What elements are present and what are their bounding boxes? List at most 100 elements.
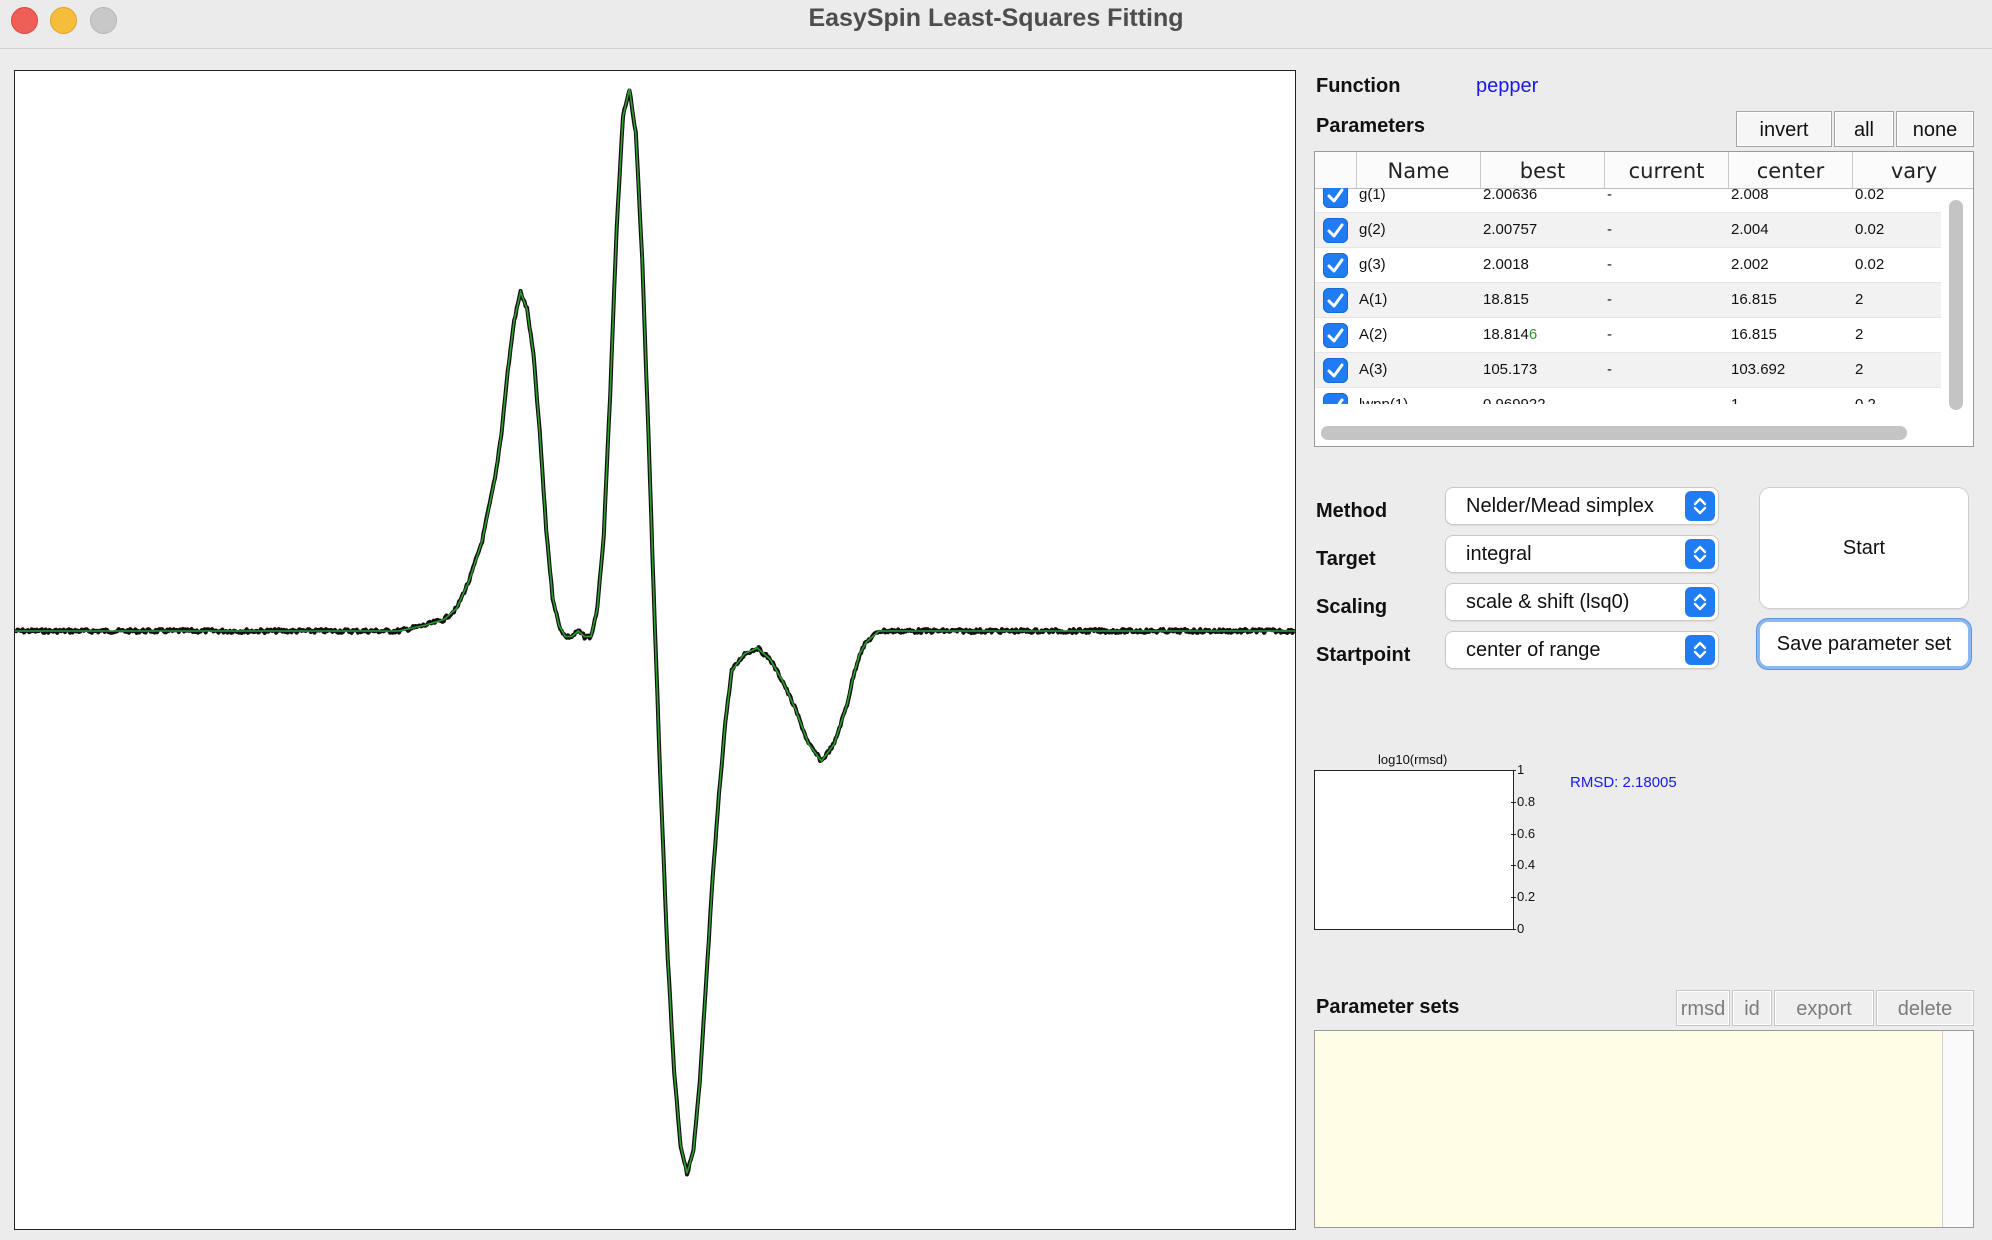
table-horizontal-scrollbar[interactable]	[1321, 426, 1907, 440]
cell-best[interactable]: 0.969922	[1483, 388, 1546, 404]
select-all-button[interactable]: all	[1834, 111, 1894, 147]
table-row[interactable]: g(1) 2.00636 - 2.008 0.02	[1315, 188, 1941, 213]
parameter-checkbox[interactable]	[1323, 253, 1348, 278]
cell-best[interactable]: 2.0018	[1483, 248, 1529, 282]
method-value: Nelder/Mead simplex	[1466, 495, 1654, 517]
cell-center[interactable]: 2.002	[1731, 248, 1769, 282]
sort-id-button[interactable]: id	[1732, 990, 1772, 1026]
parameters-table[interactable]: Name best current center vary g(1) 2.0063…	[1314, 151, 1974, 447]
scaling-label: Scaling	[1316, 596, 1388, 618]
invert-button[interactable]: invert	[1736, 111, 1832, 147]
rmsd-readout: RMSD: 2.18005	[1570, 774, 1677, 791]
cell-vary[interactable]: 0.2	[1855, 388, 1876, 404]
table-row[interactable]: A(2) 18.8146 - 16.815 2	[1315, 318, 1941, 353]
parameter-sets-list[interactable]	[1314, 1030, 1974, 1228]
table-row[interactable]: lwpp(1) 0.969922 - 1 0.2	[1315, 388, 1941, 404]
table-body: g(1) 2.00636 - 2.008 0.02 g(2) 2.00757 - 2.004 0.…	[1315, 188, 1941, 404]
cell-center[interactable]: 16.815	[1731, 283, 1777, 317]
cell-vary[interactable]: 0.02	[1855, 213, 1884, 247]
parameter-checkbox[interactable]	[1323, 323, 1348, 348]
target-select[interactable]: integral	[1446, 536, 1718, 572]
cell-best[interactable]: 2.00757	[1483, 213, 1537, 247]
ytick-mark	[1511, 865, 1516, 867]
parameter-checkbox[interactable]	[1323, 358, 1348, 383]
header-vary[interactable]: vary	[1853, 152, 1973, 188]
cell-center[interactable]: 16.815	[1731, 318, 1777, 352]
cell-name: lwpp(1)	[1359, 388, 1408, 404]
table-vertical-scrollbar[interactable]	[1949, 200, 1963, 410]
table-rows: g(1) 2.00636 - 2.008 0.02 g(2) 2.00757 - 2.004 0.…	[1315, 188, 1941, 404]
cell-current[interactable]: -	[1607, 318, 1612, 352]
function-label: Function	[1316, 75, 1401, 97]
parameter-checkbox[interactable]	[1323, 188, 1348, 208]
start-button[interactable]: Start	[1760, 488, 1968, 608]
ytick-label: 0.2	[1517, 889, 1536, 905]
ytick-label: 0.4	[1517, 857, 1536, 873]
table-row[interactable]: A(1) 18.815 - 16.815 2	[1315, 283, 1941, 318]
cell-current[interactable]: -	[1607, 283, 1612, 317]
ytick-label: 0.6	[1517, 825, 1536, 841]
ytick-mark	[1511, 833, 1516, 835]
spectrum-svg	[15, 88, 1295, 1177]
parameter-sets-scrollbar[interactable]	[1942, 1031, 1973, 1227]
header-name[interactable]: Name	[1357, 152, 1481, 188]
cell-vary[interactable]: 2	[1855, 318, 1863, 352]
cell-best[interactable]: 2.00636	[1483, 188, 1537, 212]
chevron-updown-icon	[1685, 587, 1715, 617]
select-none-button[interactable]: none	[1896, 111, 1974, 147]
ytick-label: 0	[1517, 921, 1525, 936]
checkmark-icon	[1337, 398, 1344, 404]
cell-name: g(3)	[1359, 256, 1386, 273]
table-row[interactable]: g(3) 2.0018 - 2.002 0.02	[1315, 248, 1941, 283]
cell-current[interactable]: -	[1607, 188, 1612, 212]
header-center[interactable]: center	[1729, 152, 1853, 188]
method-label: Method	[1316, 500, 1388, 522]
ytick-mark	[1511, 770, 1516, 771]
ytick-mark	[1511, 929, 1516, 930]
parameter-checkbox[interactable]	[1323, 218, 1348, 243]
cell-best[interactable]: 18.8146	[1483, 318, 1537, 352]
rmsd-history-plot	[1314, 770, 1514, 930]
cell-center[interactable]: 103.692	[1731, 353, 1785, 387]
cell-vary[interactable]: 2	[1855, 353, 1863, 387]
cell-name: g(2)	[1359, 221, 1386, 238]
delete-button[interactable]: delete	[1876, 990, 1974, 1026]
header-current[interactable]: current	[1605, 152, 1729, 188]
cell-name: A(1)	[1359, 291, 1388, 308]
target-label: Target	[1316, 548, 1376, 570]
fit-line	[15, 88, 1295, 1174]
cell-center[interactable]: 2.004	[1731, 213, 1769, 247]
export-button[interactable]: export	[1774, 990, 1874, 1026]
cell-current[interactable]: -	[1607, 353, 1612, 387]
cell-center[interactable]: 2.008	[1731, 188, 1769, 212]
cell-best[interactable]: 105.173	[1483, 353, 1537, 387]
table-row[interactable]: A(3) 105.173 - 103.692 2	[1315, 353, 1941, 388]
sort-rmsd-button[interactable]: rmsd	[1676, 990, 1730, 1026]
cell-vary[interactable]: 0.02	[1855, 188, 1884, 212]
cell-vary[interactable]: 2	[1855, 283, 1863, 317]
save-parameter-set-button[interactable]: Save parameter set	[1760, 622, 1968, 666]
cell-center[interactable]: 1	[1731, 388, 1739, 404]
spectrum-plot[interactable]	[14, 70, 1296, 1230]
cell-vary[interactable]: 0.02	[1855, 248, 1884, 282]
cell-current[interactable]: -	[1607, 388, 1612, 404]
checkmark-icon	[1327, 293, 1344, 308]
scaling-select[interactable]: scale & shift (lsq0)	[1446, 584, 1718, 620]
parameter-checkbox[interactable]	[1323, 393, 1348, 404]
header-best[interactable]: best	[1481, 152, 1605, 188]
table-row[interactable]: g(2) 2.00757 - 2.004 0.02	[1315, 213, 1941, 248]
startpoint-select[interactable]: center of range	[1446, 632, 1718, 668]
table-header: Name best current center vary	[1315, 152, 1973, 189]
cell-current[interactable]: -	[1607, 248, 1612, 282]
parameter-sets-label: Parameter sets	[1316, 996, 1460, 1018]
checkmark-icon	[1327, 258, 1344, 273]
cell-best[interactable]: 18.815	[1483, 283, 1529, 317]
parameter-checkbox[interactable]	[1323, 288, 1348, 313]
scaling-value: scale & shift (lsq0)	[1466, 591, 1630, 613]
cell-current[interactable]: -	[1607, 213, 1612, 247]
ytick-label: 1	[1517, 762, 1525, 777]
ytick-mark	[1511, 801, 1516, 803]
startpoint-label: Startpoint	[1316, 644, 1411, 666]
chevron-updown-icon	[1685, 539, 1715, 569]
method-select[interactable]: Nelder/Mead simplex	[1446, 488, 1718, 524]
